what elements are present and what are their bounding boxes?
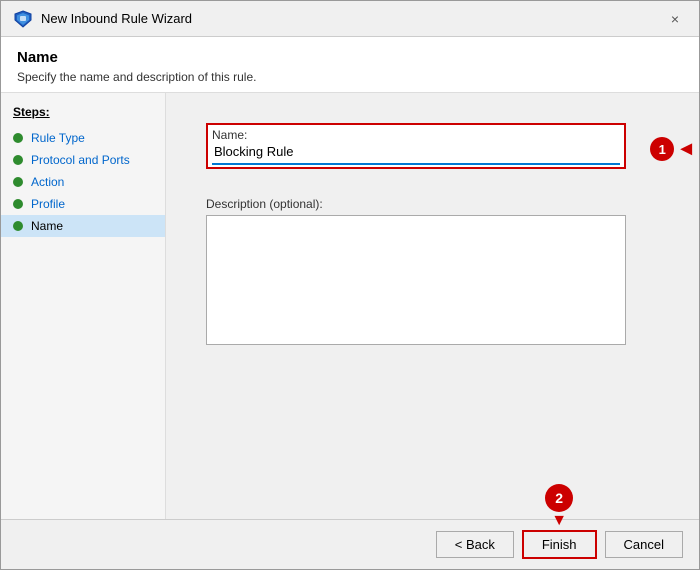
annotation-2-wrapper: 2 ▼ Finish	[522, 530, 597, 559]
name-form-group: 1 ◄ Name:	[206, 123, 659, 169]
cancel-button[interactable]: Cancel	[605, 531, 683, 558]
window-title: New Inbound Rule Wizard	[41, 11, 192, 26]
step-profile[interactable]: Profile	[1, 193, 165, 215]
step-dot	[13, 221, 23, 231]
finish-button[interactable]: Finish	[522, 530, 597, 559]
title-bar-left: New Inbound Rule Wizard	[13, 9, 192, 29]
step-rule-type[interactable]: Rule Type	[1, 127, 165, 149]
step-dot	[13, 155, 23, 165]
step-action[interactable]: Action	[1, 171, 165, 193]
page-title: Name	[17, 49, 683, 66]
step-label: Rule Type	[31, 131, 85, 145]
step-protocol-ports[interactable]: Protocol and Ports	[1, 149, 165, 171]
step-label: Action	[31, 175, 64, 189]
description-label: Description (optional):	[206, 197, 659, 211]
page-subtitle: Specify the name and description of this…	[17, 70, 683, 84]
step-label: Protocol and Ports	[31, 153, 130, 167]
step-dot	[13, 133, 23, 143]
steps-title: Steps:	[1, 105, 165, 127]
dialog-footer: < Back 2 ▼ Finish Cancel	[1, 519, 699, 569]
step-label: Name	[31, 219, 63, 233]
description-form-group: Description (optional):	[206, 189, 659, 345]
dialog-header: Name Specify the name and description of…	[1, 37, 699, 93]
description-textarea[interactable]	[206, 215, 626, 345]
name-input[interactable]	[212, 142, 620, 165]
back-button[interactable]: < Back	[436, 531, 514, 558]
step-dot	[13, 199, 23, 209]
step-dot	[13, 177, 23, 187]
close-button[interactable]: ×	[663, 7, 687, 31]
step-label: Profile	[31, 197, 65, 211]
annotation-badge-2: 2	[545, 484, 573, 512]
name-label: Name:	[212, 128, 247, 142]
dialog-body: Steps: Rule Type Protocol and Ports Acti…	[1, 93, 699, 519]
wizard-icon	[13, 9, 33, 29]
name-input-container: Name:	[206, 123, 626, 169]
dialog-window: New Inbound Rule Wizard × Name Specify t…	[0, 0, 700, 570]
step-name[interactable]: Name	[1, 215, 165, 237]
main-content: 1 ◄ Name: Description (optional):	[166, 93, 699, 519]
title-bar: New Inbound Rule Wizard ×	[1, 1, 699, 37]
annotation-badge-1: 1	[650, 137, 674, 161]
annotation-arrow-1: ◄	[676, 139, 696, 159]
steps-panel: Steps: Rule Type Protocol and Ports Acti…	[1, 93, 166, 519]
annotation-arrow-2: ▼	[551, 512, 567, 530]
